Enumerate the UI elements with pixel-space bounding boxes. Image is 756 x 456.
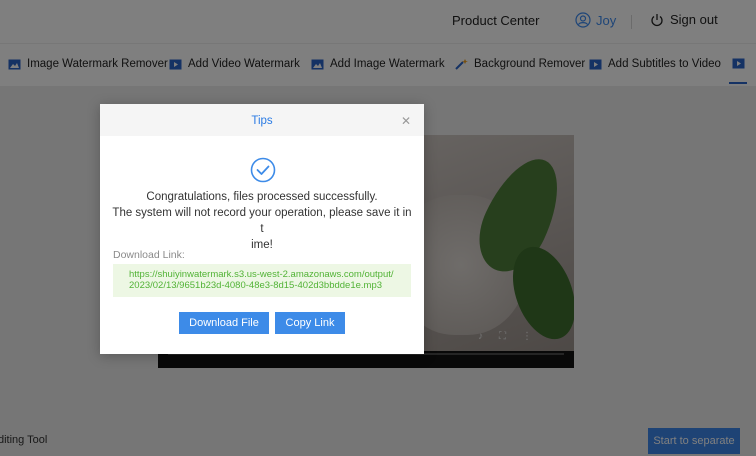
dialog-title: Tips (251, 115, 273, 127)
tips-dialog: Tips ✕ Congratulations, files processed … (100, 104, 424, 354)
download-link-label: Download Link: (113, 249, 185, 261)
close-icon[interactable]: ✕ (401, 114, 411, 128)
message-line: The system will not record your operatio… (112, 207, 412, 235)
download-link-text[interactable]: https://shuiyinwatermark.s3.us-west-2.am… (113, 264, 411, 297)
copy-link-button[interactable]: Copy Link (275, 312, 345, 334)
check-circle-icon (250, 157, 276, 183)
dialog-header: Tips ✕ (100, 104, 424, 136)
success-message: Congratulations, files processed success… (110, 189, 414, 253)
message-line: Congratulations, files processed success… (146, 191, 378, 203)
download-file-button[interactable]: Download File (179, 312, 269, 334)
